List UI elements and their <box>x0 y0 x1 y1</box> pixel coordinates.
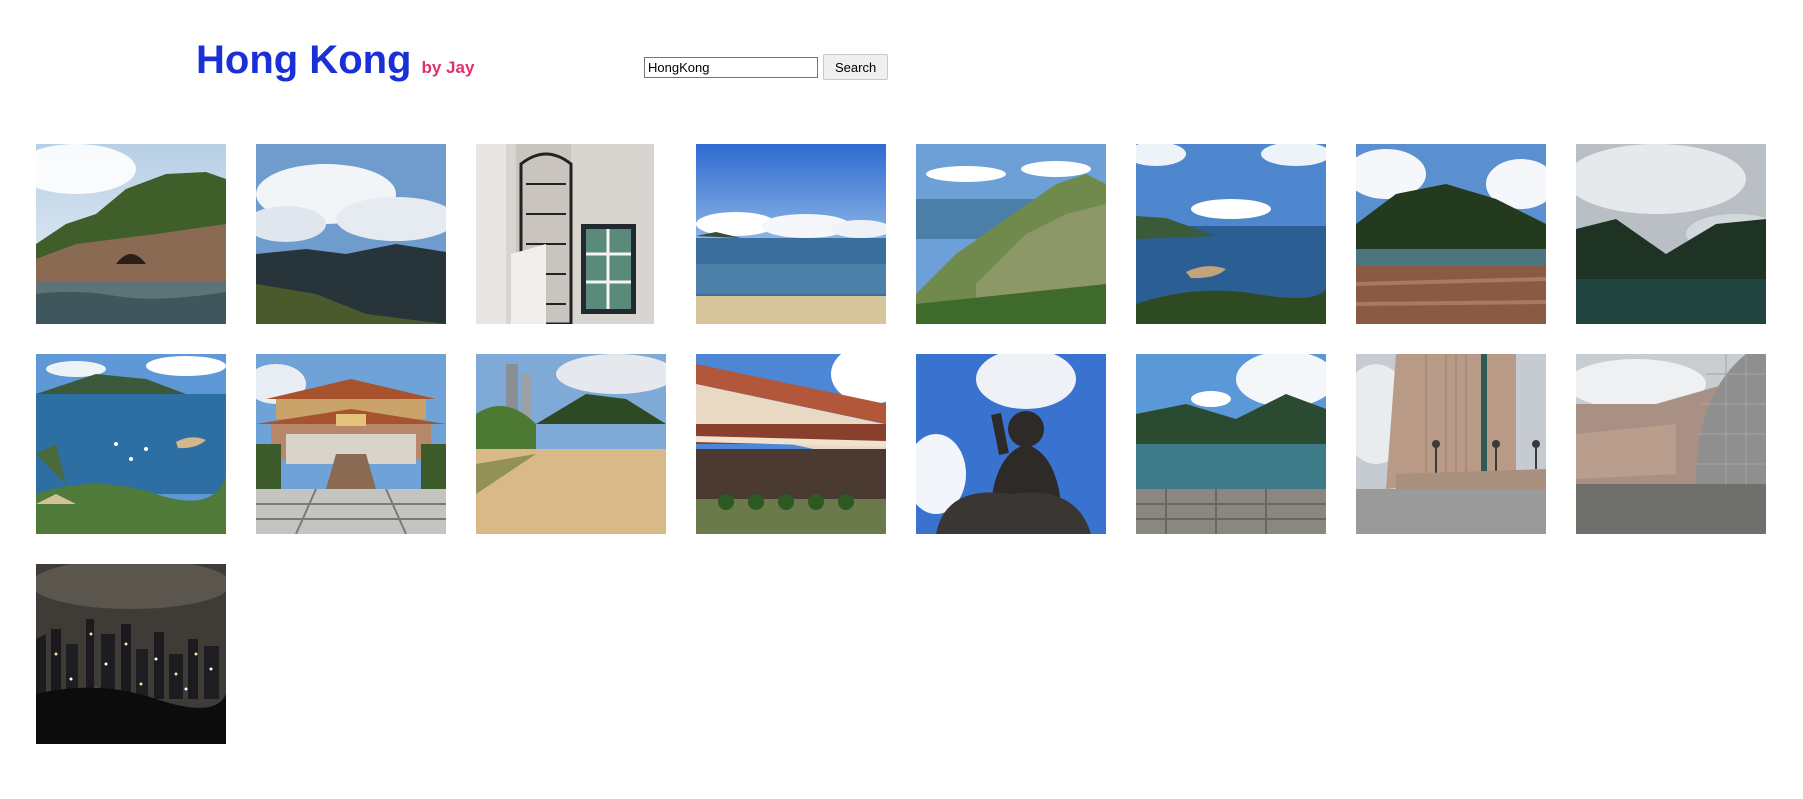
author-byline: by Jay <box>421 58 475 77</box>
photo-image <box>1136 144 1326 324</box>
photo-thumbnail[interactable] <box>476 144 666 324</box>
photo-image <box>256 354 446 534</box>
photo-thumbnail[interactable] <box>916 354 1106 534</box>
photo-thumbnail[interactable] <box>696 144 886 324</box>
photo-thumbnail[interactable] <box>256 144 446 324</box>
photo-image <box>696 144 886 324</box>
photo-image <box>1576 354 1766 534</box>
photo-thumbnail[interactable] <box>696 354 886 534</box>
photo-image <box>1136 354 1326 534</box>
photo-thumbnail[interactable] <box>476 354 666 534</box>
photo-thumbnail[interactable] <box>36 354 226 534</box>
search-input[interactable] <box>644 56 818 78</box>
page-title: Hong Kong <box>196 38 412 82</box>
photo-thumbnail[interactable] <box>1136 354 1326 534</box>
photo-thumbnail[interactable] <box>1576 354 1766 534</box>
photo-thumbnail[interactable] <box>1136 144 1326 324</box>
site-header: Hong Kong by Jay <box>196 40 474 80</box>
photo-thumbnail[interactable] <box>36 564 226 744</box>
photo-image <box>476 354 666 534</box>
photo-image <box>696 354 886 534</box>
search-button[interactable]: Search <box>823 54 889 80</box>
photo-image <box>1576 144 1766 324</box>
photo-image <box>36 354 226 534</box>
photo-image <box>916 354 1106 534</box>
photo-image <box>1356 144 1546 324</box>
photo-image <box>36 144 226 324</box>
photo-thumbnail[interactable] <box>1576 144 1766 324</box>
photo-thumbnail[interactable] <box>1356 144 1546 324</box>
photo-image <box>916 144 1106 324</box>
photo-thumbnail[interactable] <box>1356 354 1546 534</box>
photo-image <box>1356 354 1546 534</box>
search-form: Search <box>644 54 889 80</box>
photo-image <box>476 144 666 324</box>
photo-thumbnail[interactable] <box>36 144 226 324</box>
photo-thumbnail[interactable] <box>256 354 446 534</box>
photo-image <box>36 564 226 744</box>
photo-image <box>256 144 446 324</box>
photo-thumbnail[interactable] <box>916 144 1106 324</box>
